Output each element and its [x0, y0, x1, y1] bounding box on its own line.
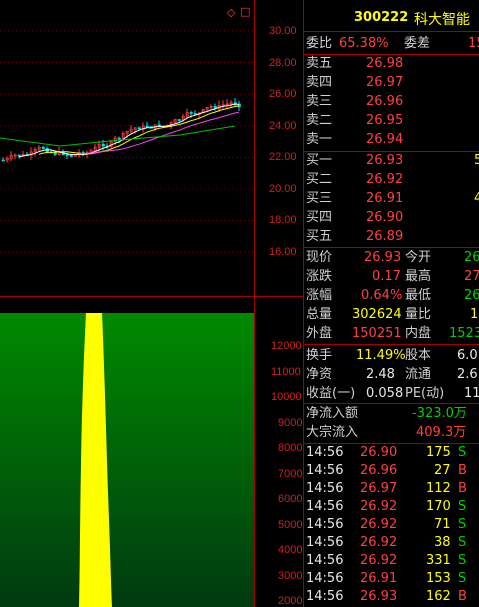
stock-name: 科大智能	[414, 12, 470, 28]
volume-tick: 12000	[271, 340, 302, 352]
volume-tick: 11000	[271, 366, 301, 378]
candle-body	[65, 154, 69, 156]
price-tick: 26.00	[269, 88, 297, 100]
candle-body	[101, 144, 105, 147]
square-icon[interactable]: □	[240, 5, 250, 18]
volume-tick: 10000	[271, 391, 302, 403]
candle-body	[41, 146, 45, 149]
candle-body	[137, 127, 141, 130]
price-tick: 16.00	[269, 246, 297, 258]
candle-body	[177, 119, 181, 121]
price-tick: 28.00	[269, 57, 297, 69]
candle-body	[53, 152, 57, 155]
indicator-svg	[0, 313, 254, 607]
wb-value: 65.38%	[339, 36, 389, 51]
volume-tick: 8000	[278, 442, 303, 454]
price-tick: 18.00	[269, 214, 297, 226]
volume-tick: 5000	[278, 519, 303, 531]
chart-divider	[0, 296, 303, 297]
diamond-icon[interactable]: ◇	[227, 6, 235, 19]
stock-code: 300222	[354, 10, 409, 25]
price-tick: 30.00	[269, 25, 297, 37]
candle-body	[189, 112, 193, 114]
volume-tick: 4000	[278, 544, 303, 556]
panel-divider	[303, 0, 304, 607]
kline-svg	[0, 30, 254, 253]
candle-body	[117, 137, 121, 140]
price-axis: 30.00 28.00 26.00 24.00 22.00 20.00 18.0…	[254, 0, 303, 296]
wc-value: 15	[468, 36, 479, 51]
price-tick: 20.00	[269, 183, 297, 195]
block-inflow-row: 大宗流入 409.3万	[306, 425, 467, 440]
candle-body	[145, 125, 149, 128]
volume-tick: 6000	[278, 493, 303, 505]
kline-chart[interactable]	[0, 0, 254, 296]
stats-divider	[304, 403, 479, 404]
candle-body	[1, 159, 5, 162]
wc-label: 委差	[404, 36, 431, 51]
header-divider	[304, 31, 479, 32]
volume-tick: 3000	[278, 570, 303, 582]
candle-body	[69, 154, 73, 157]
price-tick: 24.00	[269, 120, 297, 132]
volume-axis: 12000 11000 10000 9000 8000 7000 6000 50…	[254, 313, 303, 607]
indicator-chart[interactable]	[0, 313, 254, 607]
price-tick: 22.00	[269, 151, 297, 163]
quote-divider	[304, 344, 479, 345]
volume-tick: 7000	[278, 468, 303, 480]
stock-header[interactable]: 300222 科大智能	[304, 8, 479, 30]
net-inflow-row: 净流入额 -323.0万	[306, 406, 467, 421]
bid-divider	[304, 247, 479, 248]
wb-label: 委比	[306, 36, 333, 51]
candle-body	[17, 154, 21, 157]
volume-tick: 2000	[278, 595, 303, 607]
candle-body	[193, 113, 197, 115]
order-ratio-row: 委比 65.38% 委差 15	[304, 35, 479, 53]
volume-tick: 9000	[278, 417, 303, 429]
